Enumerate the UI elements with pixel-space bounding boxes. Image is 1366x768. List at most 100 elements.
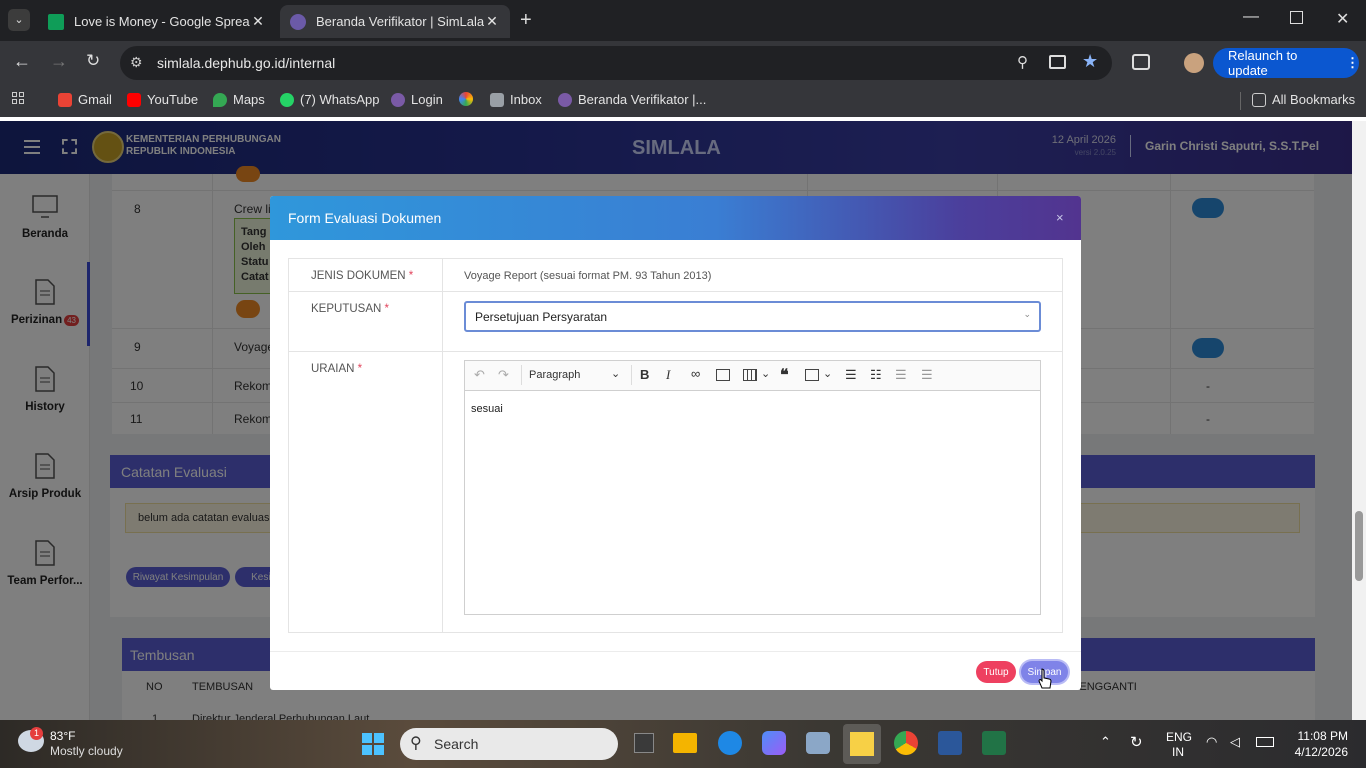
chevron-down-icon: ⌄ [611,368,621,380]
sticky-notes-icon [850,732,874,756]
maps-icon [213,92,227,107]
quote-icon[interactable]: ❝ [780,365,789,385]
selected-value: Persetujuan Persyaratan [475,310,608,324]
close-tab-icon[interactable]: ✕ [484,13,500,30]
extensions-icon[interactable] [1132,54,1150,70]
indent-icon[interactable]: ☰ [921,367,933,383]
bookmark-beranda[interactable]: Beranda Verifikator |... [558,92,706,107]
wifi-icon[interactable]: ◠ [1206,734,1217,750]
jenis-label: JENIS DOKUMEN * [311,270,413,282]
windows-start-icon[interactable] [362,733,384,755]
language-region[interactable]: IN [1172,745,1184,759]
folder-icon [1252,92,1266,107]
redo-icon[interactable]: ↷ [498,367,509,383]
close-icon[interactable]: × [1056,210,1064,225]
close-tab-icon[interactable]: ✕ [250,13,266,30]
tab-search-button[interactable]: ⌄ [8,9,30,31]
browser-tab[interactable]: Love is Money - Google Spread ✕ [38,5,276,38]
chevron-up-icon[interactable]: ⌃ [1100,734,1111,750]
clock-date[interactable]: 4/12/2026 [1280,745,1348,759]
required-mark: * [408,270,414,282]
relaunch-button[interactable]: Relaunch to update ⋮ [1213,48,1359,78]
search-placeholder: Search [434,736,479,752]
edge-icon[interactable] [718,731,742,755]
site-info-icon[interactable]: ⚙ [130,54,143,71]
bookmark-inbox[interactable]: Inbox [490,92,542,107]
reload-icon[interactable]: ↻ [86,51,100,71]
outdent-icon[interactable]: ☰ [895,367,907,383]
new-tab-icon[interactable]: + [520,9,532,32]
youtube-icon [127,92,141,107]
image-icon[interactable] [716,369,730,381]
required-mark: * [357,363,363,375]
globe-icon [391,92,405,107]
bookmark-label: YouTube [147,92,199,107]
bookmark-youtube[interactable]: YouTube [127,92,198,107]
bookmark-whatsapp[interactable]: (7) WhatsApp [280,92,379,107]
excel-icon[interactable] [982,731,1006,755]
camera-icon[interactable] [806,732,830,754]
link-icon[interactable]: ∞ [691,366,700,381]
battery-icon[interactable] [1256,737,1274,747]
keputusan-select[interactable]: Persetujuan Persyaratan ⌄ [464,301,1041,332]
bookmarks-bar: Gmail YouTube Maps (7) WhatsApp Login In… [0,85,1366,117]
copilot-icon[interactable] [762,731,786,755]
volume-icon[interactable]: ◁ [1230,734,1240,750]
address-bar[interactable]: ⚙ simlala.dephub.go.id/internal ⚲ ★ [120,46,1112,80]
table-icon[interactable] [743,369,757,381]
minimize-icon[interactable]: — [1243,8,1259,26]
divider [270,651,1081,652]
chevron-down-icon: ⌄ [823,368,833,380]
clock-time[interactable]: 11:08 PM [1280,729,1348,743]
taskbar-search[interactable]: ⚲ Search [400,728,618,760]
label-text: JENIS DOKUMEN [311,270,406,282]
word-icon[interactable] [938,731,962,755]
format-dropdown[interactable]: Paragraph [529,369,580,381]
bookmark-label: Beranda Verifikator |... [578,92,707,107]
bullet-list-icon[interactable]: ☰ [845,367,857,383]
forward-icon[interactable]: → [50,51,68,72]
tab-title: Love is Money - Google Spread [74,14,250,29]
undo-icon[interactable]: ↶ [474,367,485,383]
browser-tab-bar: ⌄ Love is Money - Google Spread ✕ Berand… [0,0,1366,41]
apps-icon[interactable] [12,92,24,104]
italic-icon[interactable]: I [666,367,670,383]
label-text: URAIAN [311,363,355,375]
jenis-value: Voyage Report (sesuai format PM. 93 Tahu… [464,270,712,282]
profile-avatar[interactable] [1184,53,1204,73]
task-view-icon[interactable] [634,733,654,753]
bookmark-gmail[interactable]: Gmail [58,92,112,107]
chevron-down-icon: ⌄ [1023,309,1031,319]
weather-temp[interactable]: 83°F [50,729,75,743]
bookmark-login[interactable]: Login [391,92,443,107]
page-scrollbar[interactable] [1352,121,1366,720]
chrome-icon[interactable] [894,731,918,755]
all-bookmarks[interactable]: All Bookmarks [1252,92,1355,107]
weather-desc[interactable]: Mostly cloudy [50,744,123,758]
maximize-icon[interactable] [1290,11,1303,24]
numbered-list-icon[interactable]: ☷ [870,367,882,383]
zoom-icon[interactable]: ⚲ [1017,53,1028,71]
bold-icon[interactable]: B [640,367,649,382]
tutup-button[interactable]: Tutup [976,661,1016,683]
more-menu-icon[interactable]: ⋮ [1346,55,1359,71]
bookmark-star-icon[interactable]: ★ [1082,51,1098,72]
editor-content[interactable]: sesuai [471,403,503,415]
editor-toolbar: ↶ ↷ Paragraph ⌄ B I ∞ ⌄ ❝ ⌄ ☰ ☷ ☰ ☰ [465,361,1040,391]
back-icon[interactable]: ← [13,51,31,72]
sticky-notes-active[interactable] [843,724,881,764]
media-icon[interactable] [805,369,819,381]
language-indicator[interactable]: ENG [1166,730,1192,744]
uraian-label: URAIAN * [311,363,362,375]
scrollbar-thumb[interactable] [1355,511,1363,581]
file-explorer-icon[interactable] [673,733,697,753]
bookmark-maps[interactable]: Maps [213,92,265,107]
keputusan-label: KEPUTUSAN * [311,303,389,315]
bookmark-photos[interactable] [459,92,473,106]
sync-icon[interactable]: ↻ [1130,733,1143,751]
bookmark-label: Gmail [78,92,112,107]
browser-tab-active[interactable]: Beranda Verifikator | SimLala ✕ [280,5,510,38]
url-text: simlala.dephub.go.id/internal [157,55,336,71]
close-window-icon[interactable]: ✕ [1336,9,1349,29]
install-app-icon[interactable] [1049,55,1066,69]
